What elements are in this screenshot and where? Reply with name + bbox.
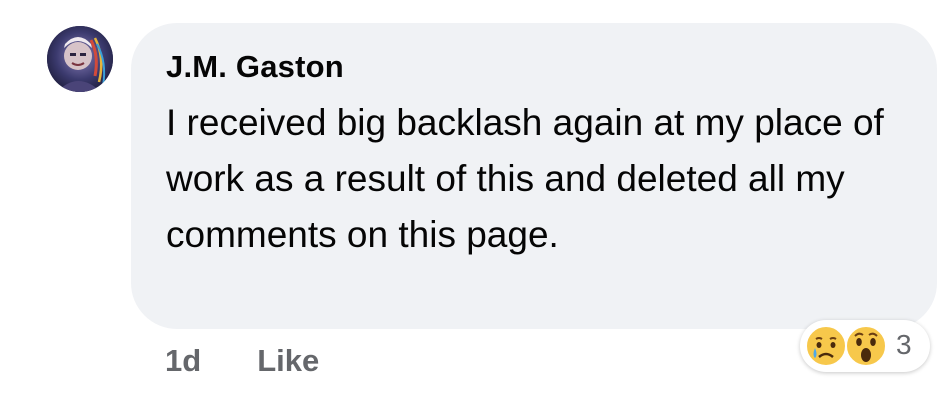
comment: J.M. Gaston I received big backlash agai…	[0, 0, 944, 404]
reaction-count: 3	[896, 329, 912, 360]
comment-bubble: J.M. Gaston I received big backlash agai…	[131, 23, 937, 329]
comment-text: I received big backlash again at my plac…	[166, 102, 884, 255]
author-avatar[interactable]	[47, 26, 113, 92]
wow-reaction-icon	[845, 325, 887, 367]
comment-actions: 1d Like	[165, 340, 319, 382]
reactions-summary[interactable]: 3	[800, 320, 930, 372]
sad-reaction-icon	[805, 325, 847, 367]
comment-author[interactable]: J.M. Gaston	[166, 49, 344, 85]
like-button[interactable]: Like	[257, 343, 319, 379]
comment-timestamp[interactable]: 1d	[165, 343, 201, 379]
avatar-image	[47, 26, 113, 92]
